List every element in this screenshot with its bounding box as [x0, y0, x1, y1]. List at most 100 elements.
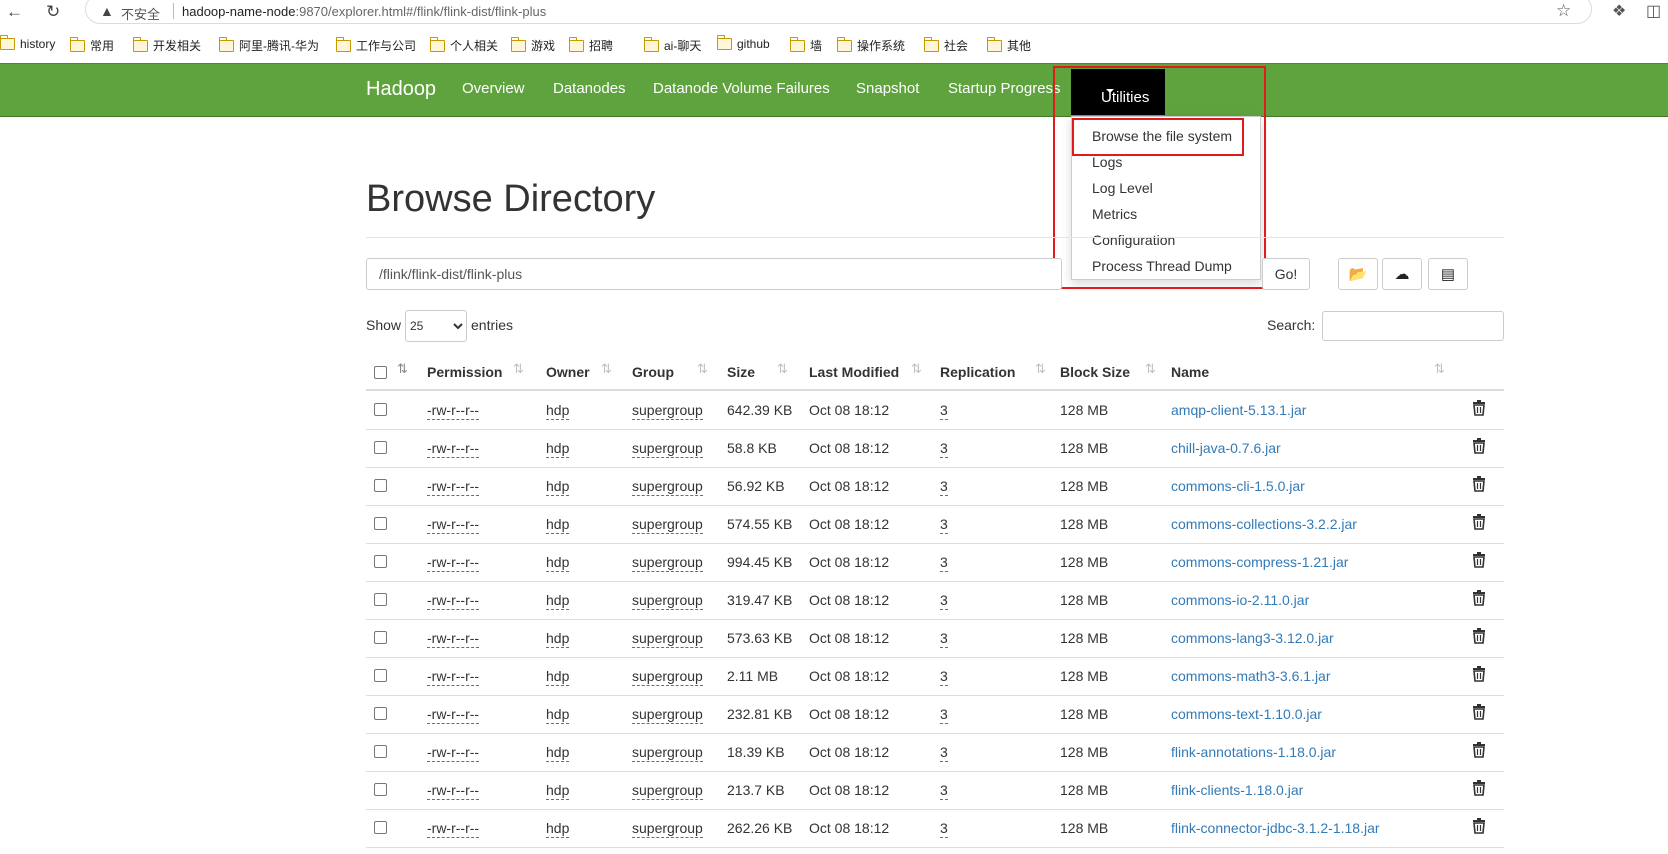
cell-replication[interactable]: 3: [940, 592, 948, 610]
cell-permission[interactable]: -rw-r--r--: [427, 440, 480, 458]
cell-owner[interactable]: hdp: [546, 668, 570, 686]
cell-name-link[interactable]: commons-collections-3.2.2.jar: [1171, 516, 1357, 532]
cell-group[interactable]: supergroup: [632, 706, 703, 724]
trash-icon[interactable]: [1472, 552, 1486, 568]
row-checkbox[interactable]: [374, 669, 387, 682]
bookmark-item[interactable]: history: [0, 35, 55, 51]
bookmark-star-icon[interactable]: ☆: [1556, 1, 1571, 21]
trash-icon[interactable]: [1472, 628, 1486, 644]
trash-icon[interactable]: [1472, 514, 1486, 530]
sort-icon[interactable]: ⇅: [1035, 361, 1046, 377]
cell-permission[interactable]: -rw-r--r--: [427, 478, 480, 496]
cell-name-link[interactable]: chill-java-0.7.6.jar: [1171, 440, 1281, 456]
nav-startup-progress[interactable]: Startup Progress: [948, 80, 1061, 97]
cell-group[interactable]: supergroup: [632, 782, 703, 800]
bookmark-item[interactable]: 工作与公司: [335, 36, 416, 54]
cell-replication[interactable]: 3: [940, 668, 948, 686]
cell-permission[interactable]: -rw-r--r--: [427, 630, 480, 648]
trash-icon[interactable]: [1472, 590, 1486, 606]
cell-owner[interactable]: hdp: [546, 706, 570, 724]
warning-icon[interactable]: ▲: [100, 3, 114, 19]
cell-name-link[interactable]: commons-math3-3.6.1.jar: [1171, 668, 1331, 684]
sort-icon[interactable]: ⇅: [911, 361, 922, 377]
cell-owner[interactable]: hdp: [546, 744, 570, 762]
header-permission[interactable]: Permission: [427, 364, 502, 380]
header-size[interactable]: Size: [727, 364, 755, 380]
bookmark-item[interactable]: 阿里-腾讯-华为: [218, 36, 319, 54]
cell-replication[interactable]: 3: [940, 516, 948, 534]
cell-permission[interactable]: -rw-r--r--: [427, 744, 480, 762]
row-checkbox[interactable]: [374, 631, 387, 644]
url-text[interactable]: hadoop-name-node:9870/explorer.html#/fli…: [182, 4, 546, 19]
extensions-icon[interactable]: ❖: [1612, 1, 1626, 21]
entries-per-page-select[interactable]: 25: [405, 310, 467, 342]
trash-icon[interactable]: [1472, 476, 1486, 492]
directory-path-input[interactable]: [366, 258, 1062, 290]
cell-replication[interactable]: 3: [940, 706, 948, 724]
cell-replication[interactable]: 3: [940, 478, 948, 496]
sort-icon[interactable]: ⇅: [697, 361, 708, 377]
sort-icon[interactable]: ⇅: [601, 361, 612, 377]
sort-icon[interactable]: ⇅: [1145, 361, 1156, 377]
bookmark-item[interactable]: 社会: [923, 36, 968, 54]
row-checkbox[interactable]: [374, 593, 387, 606]
bookmark-item[interactable]: 其他: [986, 36, 1031, 54]
nav-overview[interactable]: Overview: [462, 80, 525, 97]
back-arrow-icon[interactable]: ←: [6, 2, 23, 22]
cell-replication[interactable]: 3: [940, 402, 948, 420]
trash-icon[interactable]: [1472, 704, 1486, 720]
cell-group[interactable]: supergroup: [632, 592, 703, 610]
cell-permission[interactable]: -rw-r--r--: [427, 820, 480, 838]
header-group[interactable]: Group: [632, 364, 674, 380]
trash-icon[interactable]: [1472, 438, 1486, 454]
cell-permission[interactable]: -rw-r--r--: [427, 782, 480, 800]
header-owner[interactable]: Owner: [546, 364, 590, 380]
cell-name-link[interactable]: flink-connector-jdbc-3.1.2-1.18.jar: [1171, 820, 1380, 836]
cell-replication[interactable]: 3: [940, 554, 948, 572]
upload-button[interactable]: ☁: [1382, 258, 1422, 290]
nav-snapshot[interactable]: Snapshot: [856, 80, 919, 97]
bookmark-item[interactable]: 墙: [789, 36, 822, 54]
row-checkbox[interactable]: [374, 745, 387, 758]
sort-icon[interactable]: ⇅: [777, 361, 788, 377]
select-all-checkbox[interactable]: [374, 366, 387, 379]
trash-icon[interactable]: [1472, 400, 1486, 416]
split-view-icon[interactable]: ◫: [1646, 1, 1661, 21]
sort-icon[interactable]: ⇅: [1434, 361, 1445, 377]
cell-name-link[interactable]: commons-lang3-3.12.0.jar: [1171, 630, 1334, 646]
cell-group[interactable]: supergroup: [632, 668, 703, 686]
cell-group[interactable]: supergroup: [632, 630, 703, 648]
sort-icon[interactable]: ⇅: [513, 361, 524, 377]
bookmark-item[interactable]: 开发相关: [132, 36, 201, 54]
create-directory-button[interactable]: 📂: [1338, 258, 1378, 290]
cell-name-link[interactable]: flink-clients-1.18.0.jar: [1171, 782, 1303, 798]
search-input[interactable]: [1322, 311, 1504, 341]
bookmark-item[interactable]: github: [716, 35, 770, 51]
cell-group[interactable]: supergroup: [632, 554, 703, 572]
bookmark-item[interactable]: 个人相关: [429, 36, 498, 54]
header-block-size[interactable]: Block Size: [1060, 364, 1130, 380]
cell-replication[interactable]: 3: [940, 820, 948, 838]
insecure-label[interactable]: 不安全: [121, 4, 160, 23]
cell-owner[interactable]: hdp: [546, 554, 570, 572]
cell-owner[interactable]: hdp: [546, 440, 570, 458]
cell-owner[interactable]: hdp: [546, 516, 570, 534]
row-checkbox[interactable]: [374, 479, 387, 492]
hadoop-brand[interactable]: Hadoop: [366, 78, 436, 101]
trash-icon[interactable]: [1472, 818, 1486, 834]
nav-datanodes[interactable]: Datanodes: [553, 80, 626, 97]
row-checkbox[interactable]: [374, 821, 387, 834]
sort-asc-icon[interactable]: ⇅: [397, 361, 408, 377]
row-checkbox[interactable]: [374, 441, 387, 454]
cell-owner[interactable]: hdp: [546, 630, 570, 648]
bookmark-item[interactable]: 常用: [69, 36, 114, 54]
bookmark-item[interactable]: ai-聊天: [643, 36, 701, 54]
cell-group[interactable]: supergroup: [632, 478, 703, 496]
cell-permission[interactable]: -rw-r--r--: [427, 706, 480, 724]
cell-name-link[interactable]: commons-io-2.11.0.jar: [1171, 592, 1309, 608]
cell-group[interactable]: supergroup: [632, 516, 703, 534]
cell-name-link[interactable]: flink-annotations-1.18.0.jar: [1171, 744, 1336, 760]
reload-icon[interactable]: ↻: [46, 2, 60, 22]
cell-name-link[interactable]: commons-cli-1.5.0.jar: [1171, 478, 1305, 494]
cell-permission[interactable]: -rw-r--r--: [427, 554, 480, 572]
